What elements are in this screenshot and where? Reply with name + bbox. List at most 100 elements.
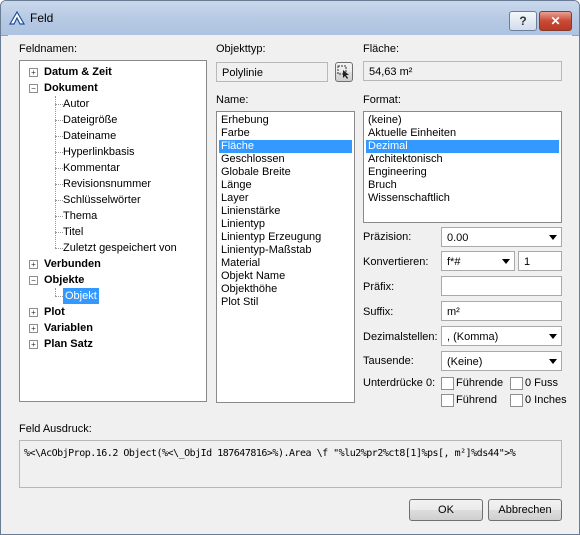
- convert-factor-input[interactable]: 1: [518, 251, 562, 271]
- expand-icon[interactable]: +: [29, 324, 38, 333]
- expand-icon[interactable]: +: [29, 308, 38, 317]
- name-list-item[interactable]: Objekt Name: [219, 270, 352, 283]
- select-object-button[interactable]: [335, 62, 353, 82]
- suffix-input[interactable]: m²: [441, 301, 562, 321]
- format-list-item[interactable]: Bruch: [366, 179, 559, 192]
- name-list-item[interactable]: Farbe: [219, 127, 352, 140]
- tree-item[interactable]: Thema: [63, 208, 97, 224]
- collapse-icon[interactable]: −: [29, 276, 38, 285]
- tree-item[interactable]: Datum & Zeit: [44, 64, 112, 80]
- name-list[interactable]: Erhebung Farbe Fläche Geschlossen Globale Br…: [216, 111, 355, 403]
- expand-icon[interactable]: +: [29, 260, 38, 269]
- tree-item[interactable]: Objekt: [63, 288, 99, 304]
- objecttype-label: Objekttyp:: [216, 43, 266, 55]
- expression-label: Feld Ausdruck:: [19, 423, 92, 435]
- tree-item[interactable]: Kommentar: [63, 160, 120, 176]
- format-list-item[interactable]: Wissenschaftlich: [366, 192, 559, 205]
- tree-item[interactable]: Autor: [63, 96, 89, 112]
- decimal-separator-value: , (Komma): [447, 331, 499, 343]
- name-list-item[interactable]: Material: [219, 257, 352, 270]
- tree-item[interactable]: Dateigröße: [63, 112, 117, 128]
- tree-item[interactable]: Variablen: [44, 320, 93, 336]
- name-list-item[interactable]: Linientyp Erzeugung: [219, 231, 352, 244]
- close-button[interactable]: ✕: [539, 11, 572, 31]
- tree-connector: [55, 232, 63, 233]
- suppress-leading-checkbox[interactable]: [441, 377, 454, 390]
- tree-connector: [55, 104, 63, 105]
- expand-icon[interactable]: +: [29, 68, 38, 77]
- format-list-item[interactable]: Engineering: [366, 166, 559, 179]
- tree-connector: [55, 184, 63, 185]
- expand-icon[interactable]: +: [29, 340, 38, 349]
- chevron-down-icon: [549, 359, 557, 364]
- tree-connector: [55, 136, 63, 137]
- format-list-item[interactable]: Aktuelle Einheiten: [366, 127, 559, 140]
- name-list-item[interactable]: Linientyp-Maßstab: [219, 244, 352, 257]
- name-list-item[interactable]: Länge: [219, 179, 352, 192]
- convert-label: Konvertieren:: [363, 256, 429, 268]
- cancel-button[interactable]: Abbrechen: [488, 499, 562, 521]
- precision-label: Präzision:: [363, 231, 412, 243]
- suppress-leading-bottom-checkbox[interactable]: [441, 394, 454, 407]
- name-list-item[interactable]: Geschlossen: [219, 153, 352, 166]
- suppress-inches-label: 0 Inches: [525, 394, 567, 406]
- precision-combobox[interactable]: 0.00: [441, 227, 562, 247]
- prefix-input[interactable]: [441, 276, 562, 296]
- prefix-label: Präfix:: [363, 281, 395, 293]
- convert-value: f*#: [447, 256, 461, 268]
- format-list[interactable]: (keine) Aktuelle Einheiten Dezimal Architek…: [363, 111, 562, 223]
- dialog-body: Feldnamen: + Datum & Zeit − Dokument Autor Da…: [8, 35, 572, 527]
- select-object-icon: [337, 65, 349, 79]
- name-list-item[interactable]: Globale Breite: [219, 166, 352, 179]
- thousands-label: Tausende:: [363, 355, 414, 367]
- name-list-item[interactable]: Fläche: [219, 140, 352, 153]
- tree-item[interactable]: Plan Satz: [44, 336, 93, 352]
- chevron-down-icon: [549, 334, 557, 339]
- name-list-item[interactable]: Linientyp: [219, 218, 352, 231]
- title-bar[interactable]: Feld ? ✕: [1, 1, 579, 36]
- fieldnames-tree[interactable]: + Datum & Zeit − Dokument Autor Dateigröße Dat…: [19, 60, 207, 402]
- name-list-item[interactable]: Erhebung: [219, 114, 352, 127]
- tree-item[interactable]: Schlüsselwörter: [63, 192, 141, 208]
- tree-item[interactable]: Zuletzt gespeichert von: [63, 240, 177, 256]
- suppress-feet-label: 0 Fuss: [525, 377, 559, 389]
- tree-item[interactable]: Dokument: [44, 80, 98, 96]
- tree-connector: [55, 200, 63, 201]
- tree-connector: [55, 216, 63, 217]
- ok-button[interactable]: OK: [409, 499, 483, 521]
- tree-item[interactable]: Dateiname: [63, 128, 116, 144]
- name-list-item[interactable]: Objekthöhe: [219, 283, 352, 296]
- name-list-item[interactable]: Plot Stil: [219, 296, 352, 309]
- thousands-combobox[interactable]: (Keine): [441, 351, 562, 371]
- tree-item[interactable]: Plot: [44, 304, 65, 320]
- convert-combobox[interactable]: f*#: [441, 251, 515, 271]
- help-button[interactable]: ?: [509, 11, 537, 31]
- name-list-item[interactable]: Linienstärke: [219, 205, 352, 218]
- suppress-inches-checkbox[interactable]: [510, 394, 523, 407]
- tree-connector: [55, 120, 63, 121]
- tree-connector: [55, 288, 56, 296]
- name-list-item[interactable]: Layer: [219, 192, 352, 205]
- window-title: Feld: [30, 11, 54, 25]
- format-list-item[interactable]: Architektonisch: [366, 153, 559, 166]
- tree-item[interactable]: Objekte: [44, 272, 84, 288]
- field-dialog: Feld ? ✕ Feldnamen: + Datum & Zeit − Dokume…: [0, 0, 580, 535]
- name-label: Name:: [216, 94, 249, 106]
- decimal-separator-combobox[interactable]: , (Komma): [441, 326, 562, 346]
- fieldnames-label: Feldnamen:: [19, 43, 78, 55]
- suffix-label: Suffix:: [363, 306, 394, 318]
- suppress-feet-checkbox[interactable]: [510, 377, 523, 390]
- tree-connector: [55, 168, 63, 169]
- tree-connector: [55, 296, 63, 297]
- collapse-icon[interactable]: −: [29, 84, 38, 93]
- thousands-value: (Keine): [447, 356, 483, 368]
- tree-item[interactable]: Verbunden: [44, 256, 101, 272]
- tree-item[interactable]: Hyperlinkbasis: [63, 144, 135, 160]
- format-label: Format:: [363, 94, 401, 106]
- tree-item[interactable]: Titel: [63, 224, 83, 240]
- expression-box[interactable]: %<\AcObjProp.16.2 Object(%<\_ObjId 18764…: [19, 440, 562, 488]
- tree-item[interactable]: Revisionsnummer: [63, 176, 151, 192]
- format-list-item[interactable]: Dezimal: [366, 140, 559, 153]
- format-list-item[interactable]: (keine): [366, 114, 559, 127]
- expression-text: %<\AcObjProp.16.2 Object(%<\_ObjId 18764…: [24, 448, 516, 459]
